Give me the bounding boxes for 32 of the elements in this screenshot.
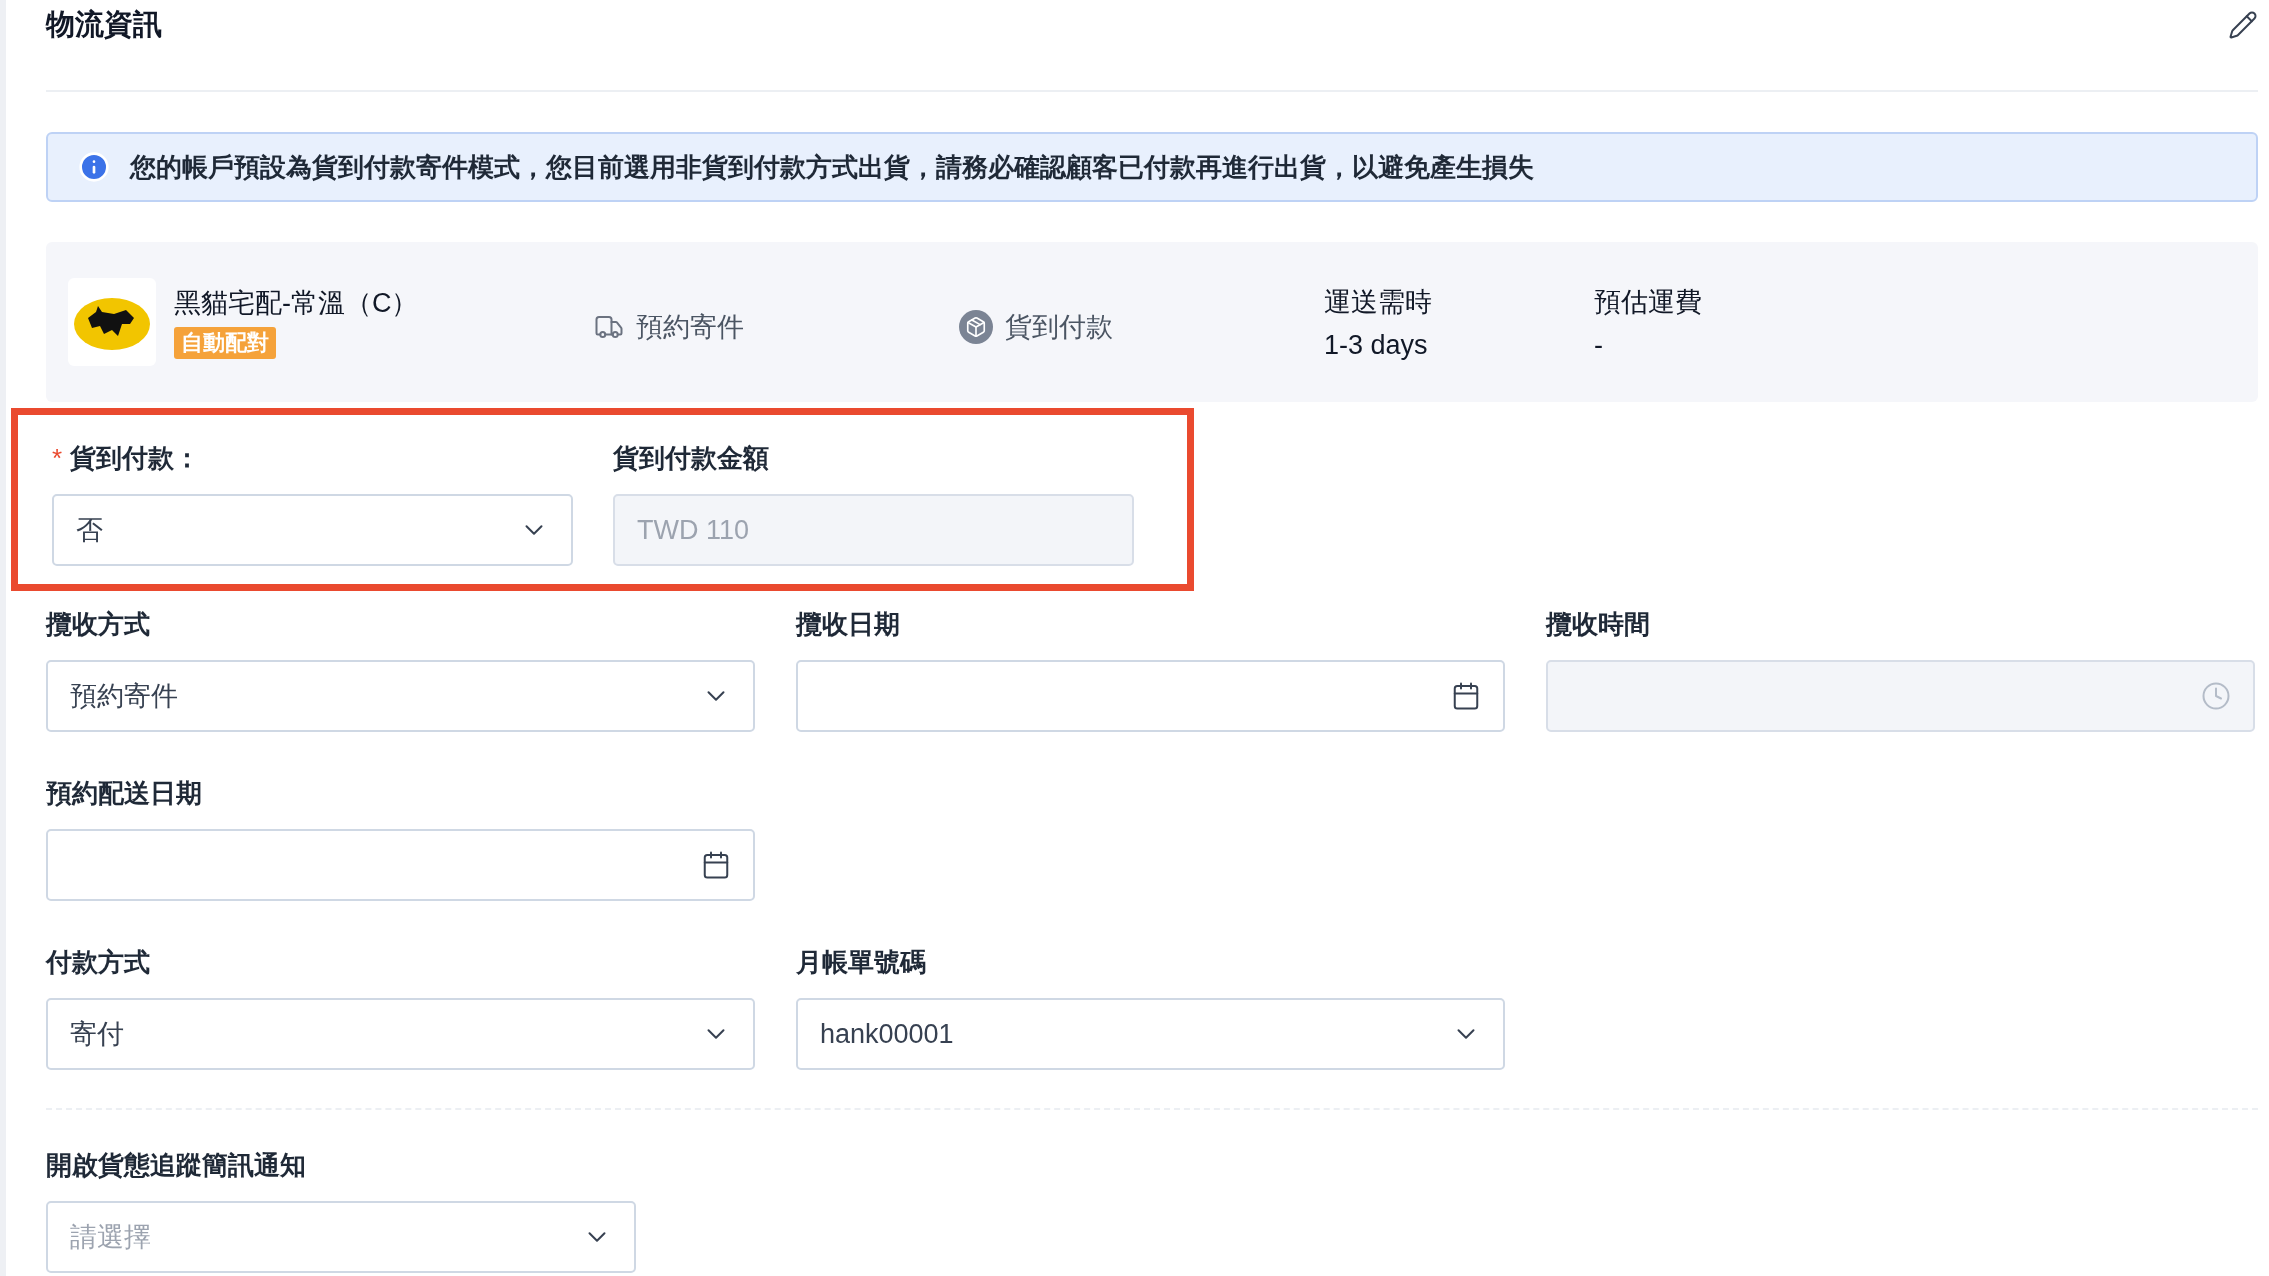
feature-label: 預約寄件 — [636, 311, 744, 344]
info-message: 您的帳戶預設為貨到付款寄件模式，您目前選用非貨到付款方式出貨，請務必確認顧客已付款再進行出貨，以避免產生損失 — [130, 150, 1534, 184]
field-label: 攬收方式 — [46, 608, 151, 641]
edit-icon — [2228, 10, 2258, 40]
carrier-name: 黑貓宅配-常溫（C） — [174, 287, 419, 320]
package-icon — [959, 310, 993, 344]
field-label: 月帳單號碼 — [796, 946, 927, 979]
clock-icon — [2201, 681, 2231, 711]
stat-value: 1-3 days — [1324, 329, 1429, 361]
required-mark: * — [52, 443, 63, 473]
stat-value: - — [1594, 329, 1604, 361]
field-label: 開啟貨態追蹤簡訊通知 — [46, 1149, 307, 1182]
field-label: 攬收日期 — [796, 608, 901, 641]
select-field[interactable]: 寄付 — [46, 998, 755, 1070]
feature-label: 貨到付款 — [1005, 311, 1113, 344]
stat-label: 運送需時 — [1324, 285, 1433, 319]
date-field[interactable] — [46, 829, 755, 901]
stat-label: 預估運費 — [1594, 285, 1703, 319]
auto-match-tag: 自動配對 — [174, 327, 276, 359]
field-label: 預約配送日期 — [46, 777, 203, 810]
select-field[interactable]: 預約寄件 — [46, 660, 755, 732]
field-label: 貨到付款金額 — [613, 442, 770, 475]
field-label: 付款方式 — [46, 946, 151, 979]
calendar-icon — [1451, 681, 1481, 711]
select-field[interactable]: 否 — [52, 494, 573, 566]
info-icon — [78, 151, 110, 183]
date-field[interactable] — [796, 660, 1505, 732]
section-title: 物流資訊 — [46, 7, 162, 42]
field-label: * 貨到付款： — [52, 442, 202, 475]
field-label: 攬收時間 — [1546, 608, 1651, 641]
calendar-icon — [701, 850, 731, 880]
select-field[interactable]: hank00001 — [796, 998, 1505, 1070]
